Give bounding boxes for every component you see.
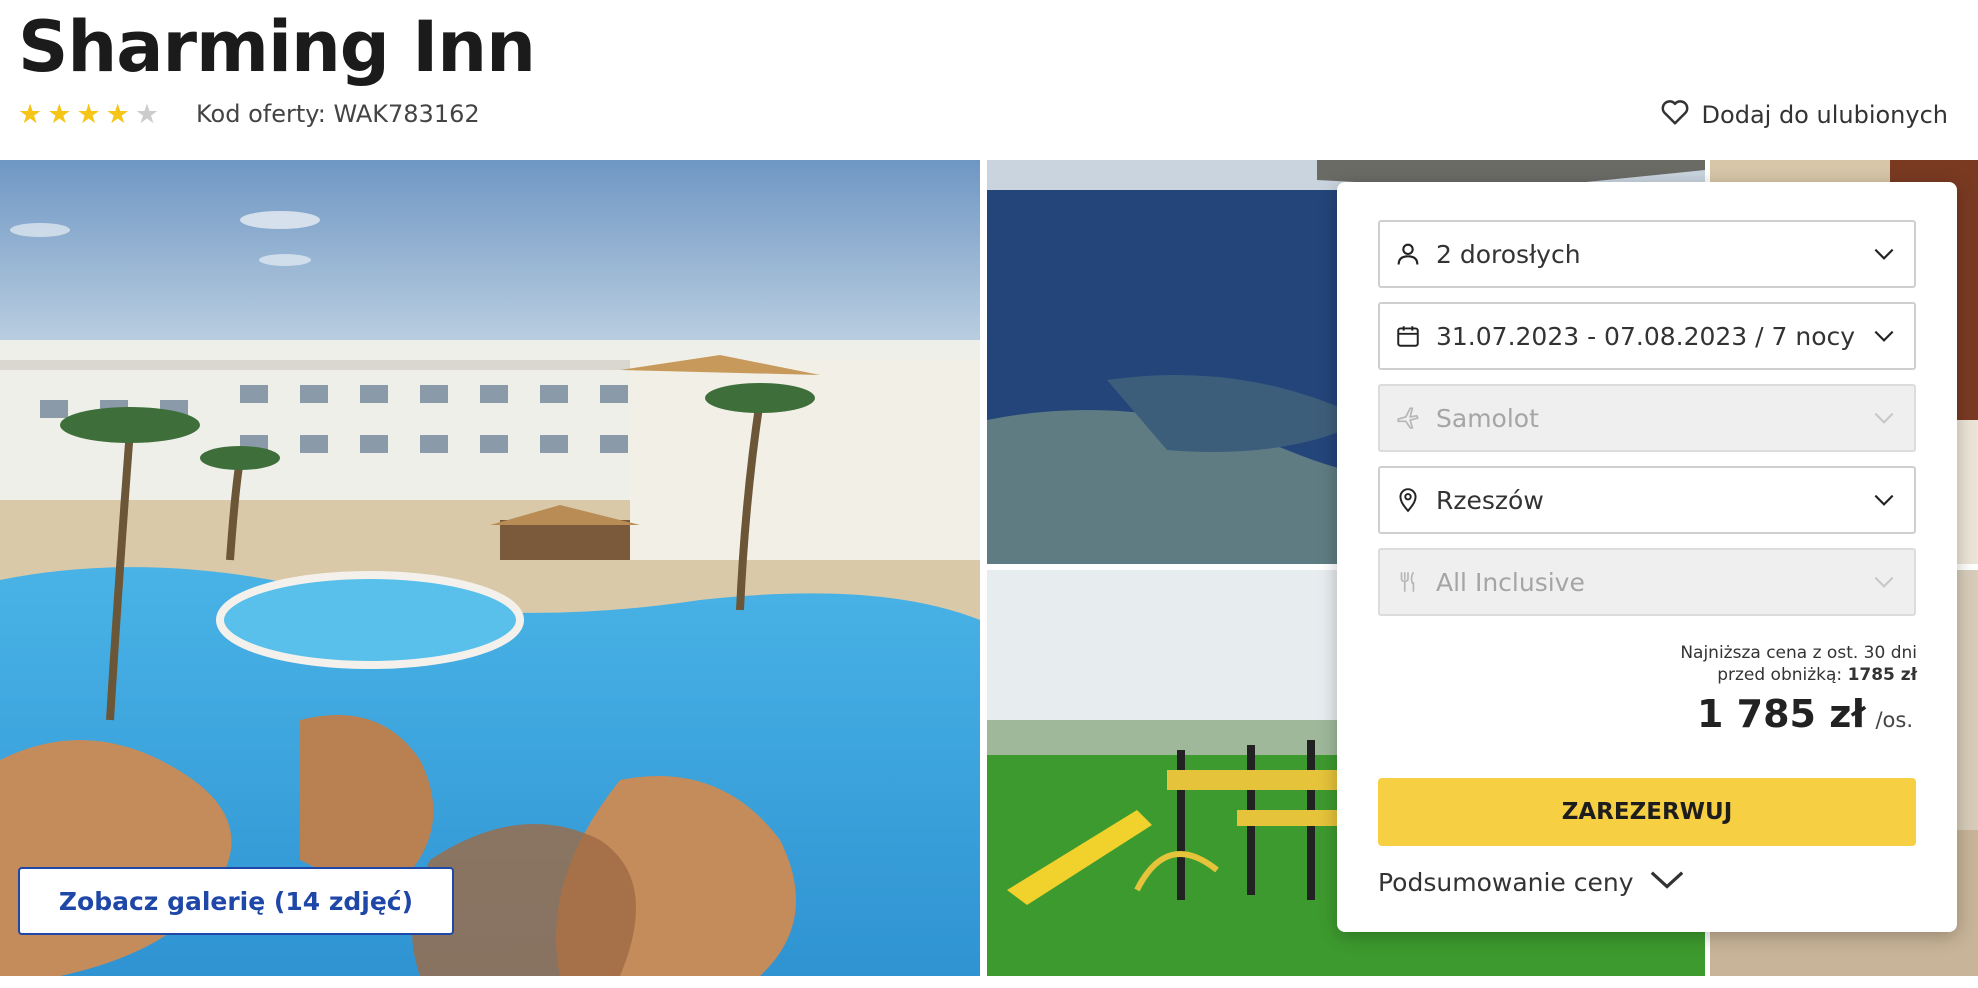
offer-code: Kod oferty: WAK783162 [196, 100, 480, 128]
chevron-down-icon [1870, 568, 1898, 596]
plane-icon [1392, 402, 1424, 434]
board-type-value: All Inclusive [1436, 567, 1585, 597]
lowest-price-line1: Najniższa cena z ost. 30 dni [1680, 643, 1917, 663]
star-icon: ★ [134, 99, 160, 130]
departure-city-value: Rzeszów [1436, 485, 1544, 515]
transport-value: Samolot [1436, 403, 1539, 433]
cutlery-icon [1392, 566, 1424, 598]
star-icon: ★ [76, 99, 101, 130]
dates-value: 31.07.2023 - 07.08.2023 / 7 nocy [1436, 321, 1856, 351]
chevron-down-icon [1870, 404, 1898, 432]
main-photo-pool[interactable] [0, 160, 980, 976]
favorites-label: Dodaj do ulubionych [1701, 101, 1948, 129]
chevron-down-icon [1870, 322, 1898, 350]
transport-select: Samolot [1378, 384, 1916, 452]
departure-city-select[interactable]: Rzeszów [1378, 466, 1916, 534]
price-summary-toggle[interactable]: Podsumowanie ceny [1378, 866, 1686, 898]
person-icon [1392, 238, 1424, 270]
price-unit: /os. [1875, 708, 1913, 732]
star-icon: ★ [18, 99, 43, 130]
chevron-down-icon [1648, 866, 1686, 898]
chevron-down-icon [1870, 240, 1898, 268]
reserve-button[interactable]: ZAREZERWUJ [1378, 778, 1916, 846]
travelers-value: 2 dorosłych [1436, 239, 1581, 269]
calendar-icon [1392, 320, 1424, 352]
star-icon: ★ [105, 99, 130, 130]
location-pin-icon [1392, 484, 1424, 516]
price-display: 1 785 zł /os. [1697, 692, 1913, 736]
chevron-down-icon [1870, 486, 1898, 514]
heart-icon [1660, 98, 1690, 132]
hotel-title: Sharming Inn [18, 6, 536, 88]
dates-select[interactable]: 31.07.2023 - 07.08.2023 / 7 nocy [1378, 302, 1916, 370]
price-amount: 1 785 zł [1697, 692, 1866, 736]
board-type-select: All Inclusive [1378, 548, 1916, 616]
lowest-price-line2: przed obniżką: [1717, 665, 1843, 685]
travelers-select[interactable]: 2 dorosłych [1378, 220, 1916, 288]
star-icon: ★ [47, 99, 72, 130]
add-to-favorites-button[interactable]: Dodaj do ulubionych [1660, 98, 1948, 132]
star-rating: ★ ★ ★ ★ ★ [18, 100, 159, 130]
lowest-price-value: 1785 zł [1847, 665, 1917, 685]
booking-panel: 2 dorosłych 31.07.2023 - 07.08.2023 / 7 … [1337, 182, 1957, 932]
lowest-price-note: Najniższa cena z ost. 30 dni przed obniż… [1680, 642, 1917, 686]
view-gallery-button[interactable]: Zobacz galerię (14 zdjęć) [18, 867, 454, 935]
price-summary-label: Podsumowanie ceny [1378, 867, 1634, 897]
